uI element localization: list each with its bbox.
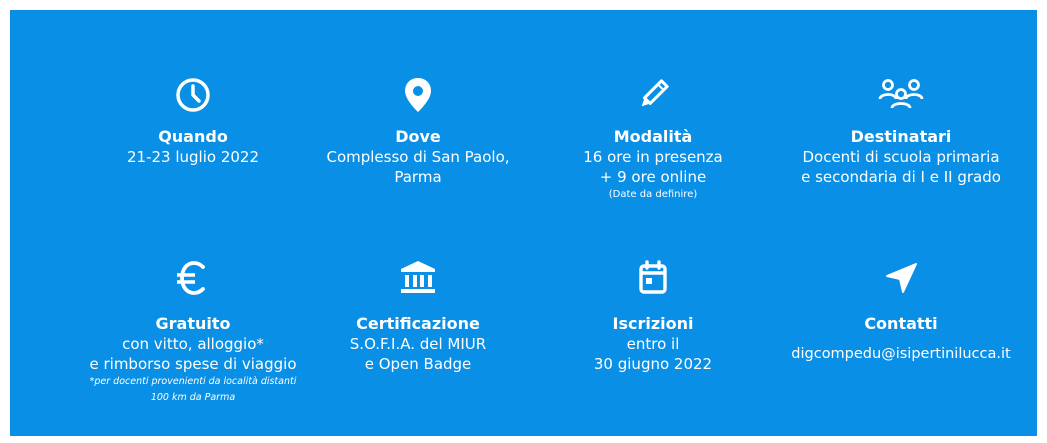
item-line: entro il	[626, 335, 680, 353]
item-title: Certificazione	[356, 314, 480, 333]
item-line: Docenti di scuola primaria	[802, 148, 1000, 166]
item-line: 21-23 luglio 2022	[126, 148, 259, 166]
item-title: Modalità	[613, 127, 693, 146]
item-line: e rimborso spese di viaggio	[89, 355, 297, 373]
institution-icon	[401, 261, 435, 293]
item-title: Destinatari	[850, 127, 952, 146]
item-line: + 9 ore online	[599, 168, 707, 186]
info-item-contatti: Contatti digcompedu@isipertinilucca.it	[766, 258, 1036, 364]
item-line: Complesso di San Paolo,	[326, 148, 510, 166]
calendar-icon	[639, 260, 667, 294]
item-line: 30 giugno 2022	[593, 355, 713, 373]
item-line: e Open Badge	[364, 355, 472, 373]
info-panel: Quando 21-23 luglio 2022 Dove Complesso …	[10, 10, 1037, 436]
item-title: Iscrizioni	[612, 314, 694, 333]
people-icon	[878, 79, 924, 109]
item-title: Contatti	[864, 314, 938, 333]
contact-email-link[interactable]: digcompedu@isipertinilucca.it	[766, 344, 1036, 364]
item-line: con vitto, alloggio*	[122, 335, 264, 353]
item-footnote: 100 km da Parma	[150, 392, 236, 403]
item-line: 16 ore in presenza	[583, 148, 723, 166]
location-pin-icon	[405, 78, 431, 112]
info-item-dove: Dove Complesso di San Paolo, Parma	[293, 75, 543, 187]
item-note: (Date da definire)	[608, 189, 698, 200]
item-line: S.O.F.I.A. del MIUR	[349, 335, 487, 353]
info-item-modalita: Modalità 16 ore in presenza + 9 ore onli…	[528, 75, 778, 203]
item-title: Quando	[158, 127, 228, 146]
item-line: e secondaria di I e II grado	[801, 168, 1001, 186]
item-line: Parma	[394, 168, 442, 186]
info-item-certificazione: Certificazione S.O.F.I.A. del MIUR e Ope…	[293, 258, 543, 374]
pencil-icon	[641, 79, 669, 107]
item-title: Gratuito	[155, 314, 231, 333]
navigation-arrow-icon	[886, 263, 917, 293]
info-item-iscrizioni: Iscrizioni entro il 30 giugno 2022	[528, 258, 778, 374]
item-title: Dove	[395, 127, 441, 146]
info-item-gratuito: Gratuito con vitto, alloggio* e rimborso…	[68, 258, 318, 406]
info-item-destinatari: Destinatari Docenti di scuola primaria e…	[776, 75, 1026, 187]
info-item-quando: Quando 21-23 luglio 2022	[68, 75, 318, 167]
item-footnote: *per docenti provenienti da località dis…	[89, 376, 297, 387]
clock-icon	[176, 78, 210, 112]
euro-icon	[177, 261, 205, 295]
